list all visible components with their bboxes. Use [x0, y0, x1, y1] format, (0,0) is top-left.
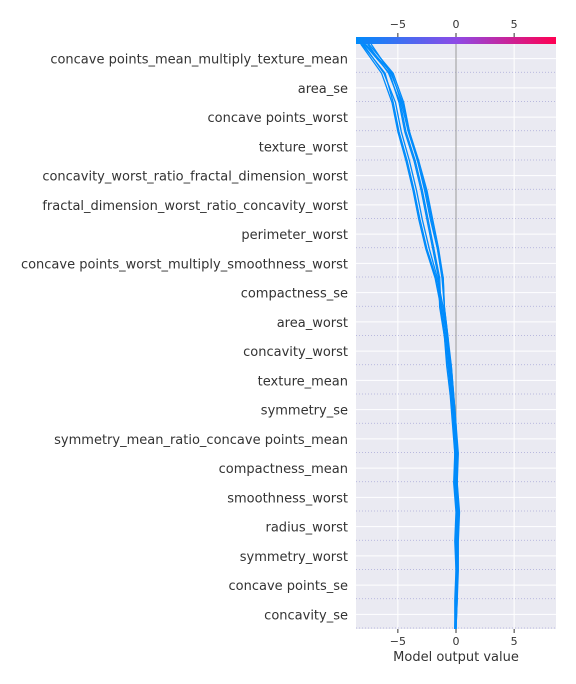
- bottom-axis-ticks: −5 0 5: [390, 629, 518, 648]
- feature-label: smoothness_worst: [227, 491, 348, 506]
- feature-label: concave points_worst_multiply_smoothness…: [21, 257, 348, 272]
- top-axis-ticks: −5 0 5: [390, 18, 518, 37]
- bottom-tick-label-2: 5: [511, 635, 518, 648]
- feature-label: concave points_worst: [207, 111, 348, 126]
- shap-decision-plot: −5 0 5 −5 0 5 concave points_mean_multiply_t…: [21, 18, 556, 665]
- feature-labels: concave points_mean_multiply_texture_mea…: [21, 53, 348, 624]
- top-tick-label-1: 0: [453, 18, 460, 31]
- feature-label: area_worst: [277, 316, 348, 331]
- feature-label: concave points_mean_multiply_texture_mea…: [50, 53, 348, 68]
- feature-label: concavity_worst: [243, 345, 348, 360]
- feature-label: fractal_dimension_worst_ratio_concavity_…: [42, 199, 348, 214]
- bottom-tick-label-1: 0: [453, 635, 460, 648]
- top-tick-label-2: 5: [511, 18, 518, 31]
- feature-label: perimeter_worst: [241, 228, 348, 243]
- bottom-tick-label-0: −5: [390, 635, 406, 648]
- feature-label: symmetry_se: [261, 404, 348, 419]
- feature-label: area_se: [298, 82, 348, 97]
- feature-label: radius_worst: [266, 521, 349, 536]
- feature-label: compactness_mean: [219, 462, 348, 477]
- feature-label: symmetry_worst: [240, 550, 348, 565]
- top-tick-label-0: −5: [390, 18, 406, 31]
- feature-label: concave points_se: [229, 579, 348, 594]
- feature-label: concavity_worst_ratio_fractal_dimension_…: [42, 170, 348, 185]
- feature-label: texture_mean: [258, 374, 348, 389]
- x-axis-title: Model output value: [393, 650, 519, 665]
- feature-label: compactness_se: [241, 287, 348, 302]
- feature-label: concavity_se: [264, 608, 348, 623]
- feature-label: texture_worst: [259, 140, 348, 155]
- colorbar: [356, 37, 556, 44]
- feature-label: symmetry_mean_ratio_concave points_mean: [54, 433, 348, 448]
